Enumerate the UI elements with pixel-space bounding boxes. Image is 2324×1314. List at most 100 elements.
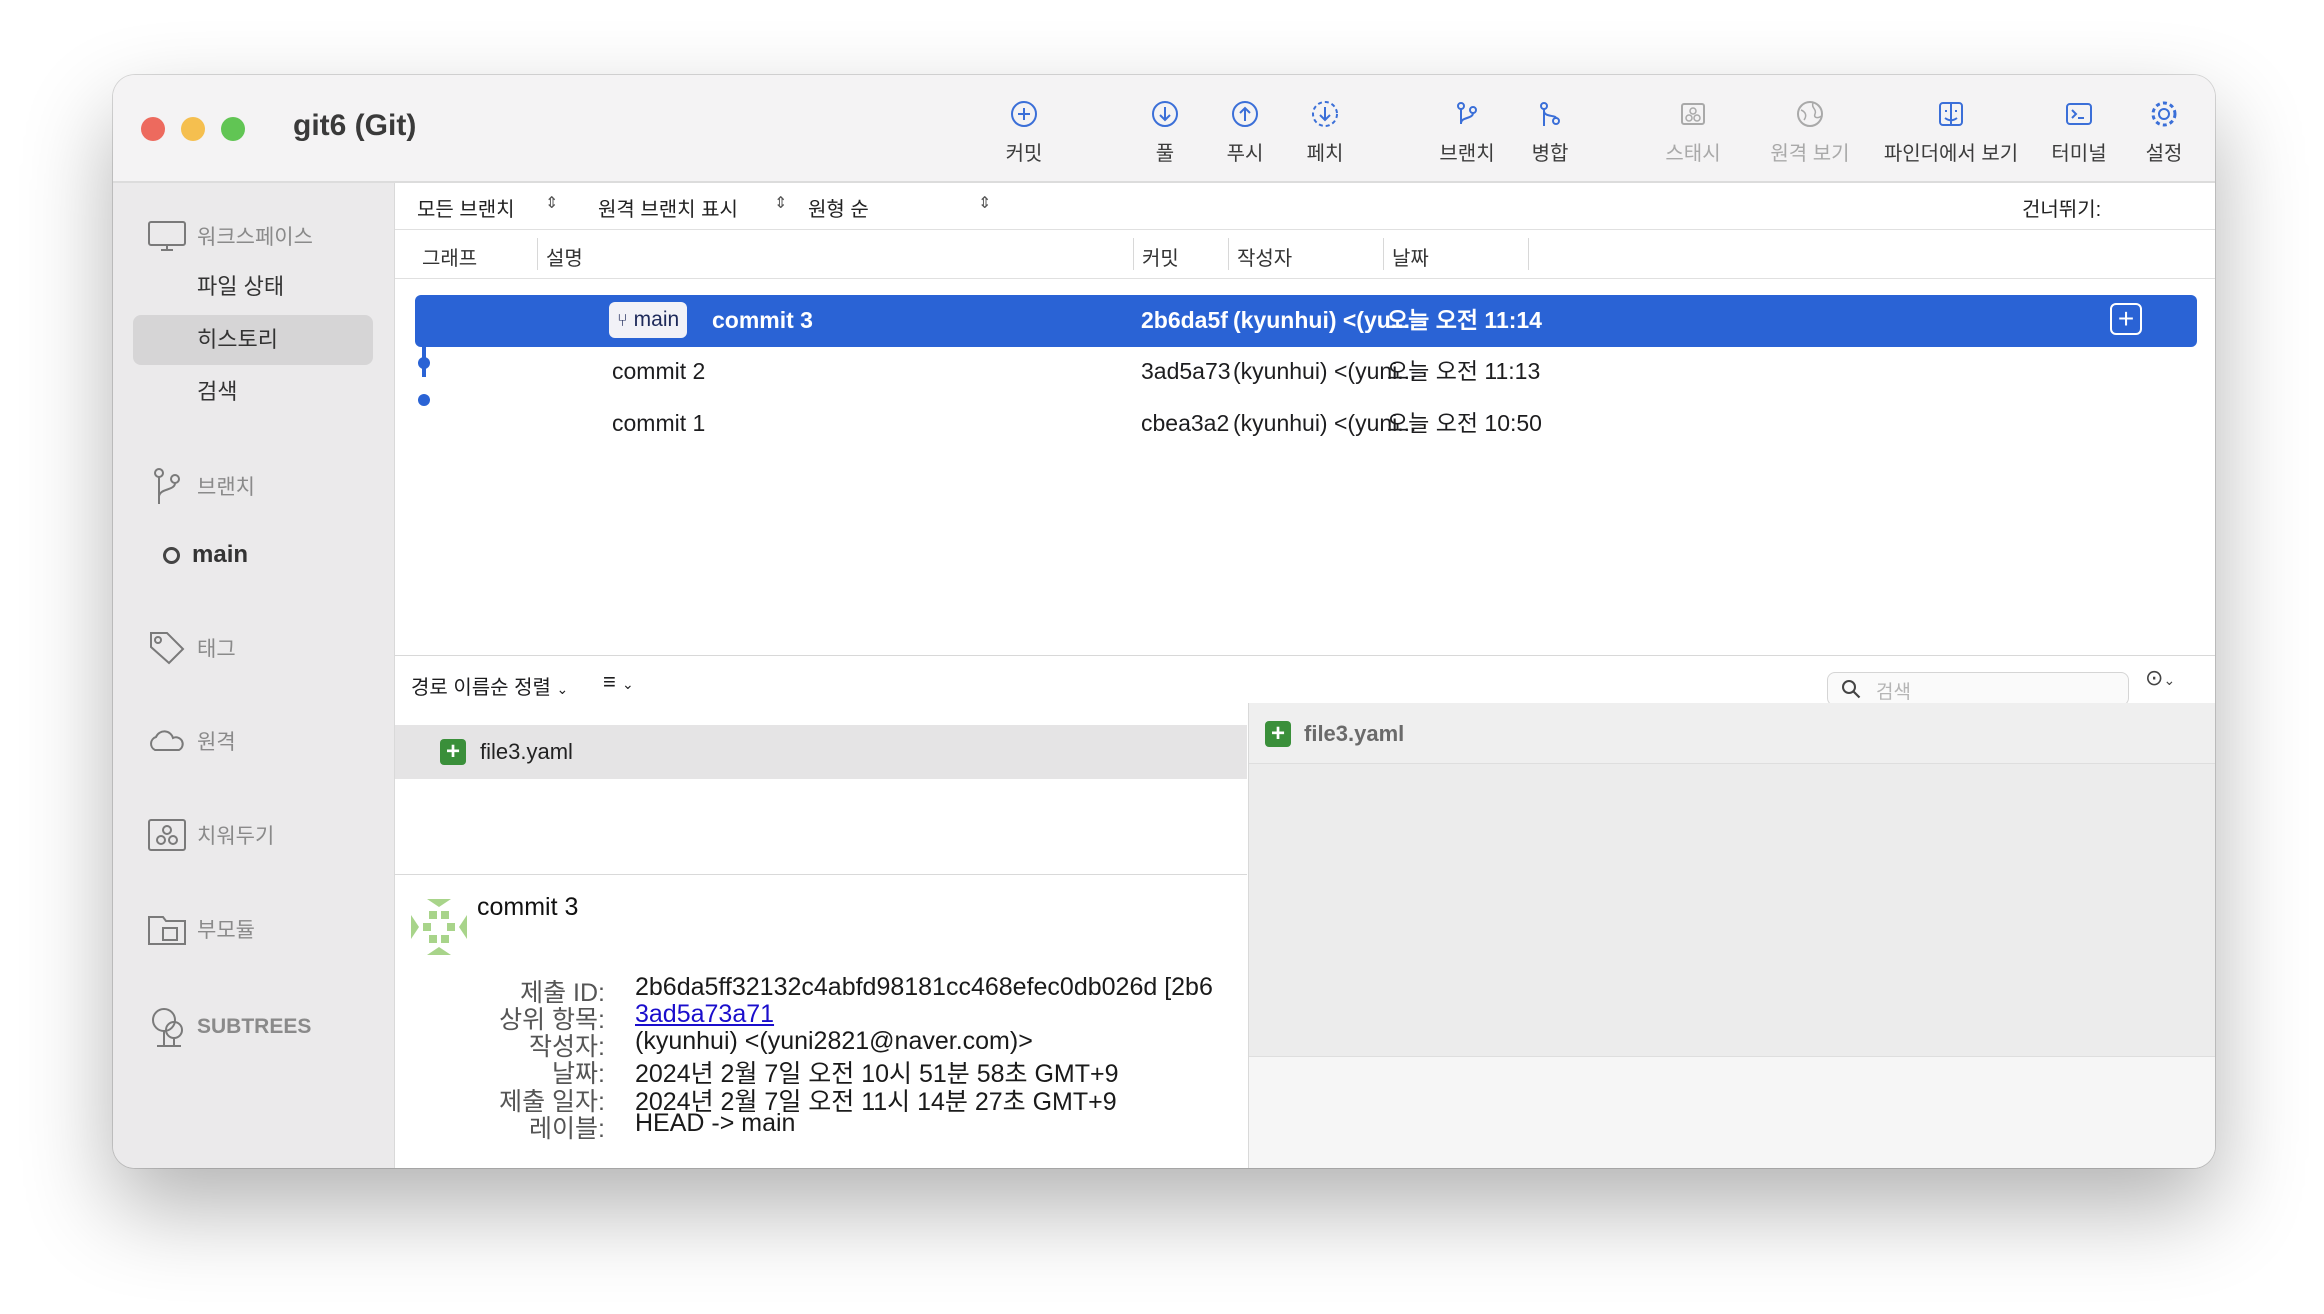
- changed-files-list: + file3.yaml: [395, 713, 1247, 873]
- commit-label: 커밋: [1005, 143, 1043, 165]
- sidebar-submodules-label: 부모듈: [197, 919, 255, 942]
- branch-tag-main[interactable]: ⑂ main: [609, 302, 688, 338]
- sidebar-subtrees-label: SUBTREES: [197, 1015, 312, 1038]
- tag-icon: [150, 632, 185, 665]
- commit-row[interactable]: commit 2 3ad5a73 (kyunhui) <(yuni... 오늘 …: [395, 346, 2215, 396]
- column-divider[interactable]: [1528, 238, 1529, 270]
- ellipsis-circle-icon: ⊙: [2145, 665, 2164, 690]
- show-remote-label: 원격 브랜치 표시: [598, 199, 738, 221]
- commit-table-header: 그래프 설명 커밋 작성자 날짜: [395, 229, 2215, 279]
- minimize-window-button[interactable]: [181, 117, 205, 141]
- branch-icon: [154, 468, 180, 504]
- commit-hash: 2b6da5f: [1141, 307, 1228, 333]
- commit-hash: 3ad5a73: [1141, 358, 1231, 384]
- column-author[interactable]: 작성자: [1237, 242, 1292, 271]
- parent-commit-link[interactable]: 3ad5a73a71: [635, 1000, 774, 1029]
- pane-divider[interactable]: [395, 655, 2215, 656]
- remote-view-button[interactable]: 원격 보기: [1740, 99, 1880, 166]
- sidebar-item-search[interactable]: 검색: [133, 367, 373, 417]
- settings-button[interactable]: 설정: [2094, 99, 2215, 166]
- sort-dropdown[interactable]: 경로 이름순 정렬 ⌄: [411, 671, 568, 700]
- all-branches-dropdown[interactable]: 모든 브랜치 ⇕: [417, 193, 558, 222]
- fetch-icon: [1312, 101, 1338, 127]
- close-window-button[interactable]: [141, 117, 165, 141]
- submodule-icon: [148, 916, 186, 945]
- fetch-button[interactable]: 페치: [1255, 99, 1395, 166]
- diff-pane: + file3.yaml: [1248, 703, 2215, 1168]
- diff-header: + file3.yaml: [1249, 703, 2215, 764]
- chevron-down-icon: ⌄: [2163, 672, 2176, 688]
- commit-message: commit 3: [712, 307, 813, 333]
- refs-value: HEAD -> main: [635, 1109, 796, 1137]
- column-divider[interactable]: [1228, 238, 1229, 270]
- commit-date: 오늘 오전 11:14: [1387, 307, 1542, 333]
- jump-to-dropdown[interactable]: 건너뛰기: ⇕: [2022, 193, 2101, 222]
- column-graph[interactable]: 그래프: [422, 242, 477, 271]
- commit-details: commit 3 제출 ID: 2b6da5ff32132c4abfd98181…: [395, 874, 1247, 1168]
- column-divider[interactable]: [1383, 238, 1384, 270]
- column-divider[interactable]: [537, 238, 538, 270]
- sidebar-section-workspace[interactable]: 워크스페이스: [147, 219, 313, 253]
- refs-label: 레이블:: [529, 1115, 605, 1143]
- column-description[interactable]: 설명: [546, 242, 583, 271]
- finder-icon: [1939, 102, 1963, 126]
- remote-view-label: 원격 보기: [1770, 143, 1850, 165]
- more-options-button[interactable]: ⊙⌄: [2145, 665, 2175, 691]
- sidebar-section-branches[interactable]: 브랜치: [147, 465, 255, 507]
- sidebar-section-tags[interactable]: 태그: [147, 629, 236, 667]
- sidebar: 워크스페이스 파일 상태 히스토리 검색 브랜치 main 태그 원격 치워두기…: [113, 183, 395, 1168]
- window-title: git6 (Git): [293, 109, 417, 142]
- column-commit[interactable]: 커밋: [1142, 242, 1179, 271]
- file-added-icon: +: [1265, 721, 1291, 747]
- file-name: file3.yaml: [480, 739, 573, 764]
- history-view: 모든 브랜치 ⇕ 원격 브랜치 표시 ⇕ 원형 순 ⇕ 건너뛰기: ⇕ 그래프 …: [395, 183, 2215, 1168]
- globe-icon: [1797, 101, 1823, 127]
- column-date[interactable]: 날짜: [1392, 242, 1429, 271]
- zoom-window-button[interactable]: [221, 117, 245, 141]
- commit-message: commit 1: [612, 410, 706, 436]
- sidebar-workspace-label: 워크스페이스: [197, 226, 313, 249]
- merge-button[interactable]: 병합: [1480, 99, 1620, 166]
- view-mode-dropdown[interactable]: ≡ ⌄: [603, 669, 634, 695]
- sidebar-section-subtrees[interactable]: SUBTREES: [147, 1006, 311, 1048]
- branch-main-label: main: [192, 541, 249, 568]
- commit-hash: cbea3a2: [1141, 410, 1230, 436]
- author-value: (kyunhui) <(yuni2821@naver.com)>: [635, 1027, 1033, 1055]
- list-icon: ≡: [603, 669, 616, 694]
- updown-chevron-icon: ⇕: [978, 195, 992, 212]
- file-search-input[interactable]: 검색: [1827, 672, 2129, 706]
- all-branches-label: 모든 브랜치: [417, 199, 515, 221]
- order-dropdown[interactable]: 원형 순 ⇕: [808, 193, 991, 222]
- history-filter-bar: 모든 브랜치 ⇕ 원격 브랜치 표시 ⇕ 원형 순 ⇕ 건너뛰기: ⇕: [395, 183, 2215, 229]
- commit-message: commit 2: [612, 358, 706, 384]
- show-remote-branches-dropdown[interactable]: 원격 브랜치 표시 ⇕: [598, 193, 787, 222]
- fetch-label: 페치: [1306, 143, 1344, 165]
- diff-empty-area: [1249, 1056, 2215, 1168]
- app-window: git6 (Git) 커밋 풀 푸시 페치 브랜치 병합 스태시 원격 보기 파…: [113, 75, 2215, 1168]
- monitor-icon: [148, 221, 186, 251]
- search-icon: [1842, 680, 1861, 699]
- cloud-icon: [150, 730, 184, 751]
- add-button[interactable]: +: [2110, 303, 2142, 335]
- sidebar-item-branch-main[interactable]: main: [163, 541, 248, 569]
- commit-button[interactable]: 커밋: [954, 99, 1094, 166]
- branch-icon: ⑂: [617, 310, 628, 330]
- commit-author: (kyunhui) <(yu...: [1233, 307, 1410, 333]
- merge-label: 병합: [1531, 143, 1569, 165]
- file-row[interactable]: + file3.yaml: [395, 725, 1247, 779]
- merge-icon: [1540, 102, 1560, 126]
- column-divider[interactable]: [1133, 238, 1134, 270]
- gear-icon: [2151, 101, 2177, 127]
- sidebar-section-stashes[interactable]: 치워두기: [147, 817, 274, 853]
- title-bar: git6 (Git) 커밋 풀 푸시 페치 브랜치 병합 스태시 원격 보기 파…: [113, 75, 2215, 183]
- chevron-down-icon: ⌄: [621, 676, 634, 692]
- sidebar-item-file-status[interactable]: 파일 상태: [133, 262, 373, 312]
- commit-row[interactable]: commit 1 cbea3a2 (kyunhui) <(yuni... 오늘 …: [395, 398, 2215, 448]
- sidebar-branches-label: 브랜치: [197, 476, 255, 499]
- sidebar-section-submodules[interactable]: 부모듈: [147, 911, 255, 947]
- branch-icon: [1457, 102, 1477, 124]
- sidebar-item-history[interactable]: 히스토리: [133, 315, 373, 365]
- commit-message-title: commit 3: [477, 893, 579, 921]
- author-avatar: [411, 899, 467, 955]
- sidebar-section-remotes[interactable]: 원격: [147, 726, 236, 756]
